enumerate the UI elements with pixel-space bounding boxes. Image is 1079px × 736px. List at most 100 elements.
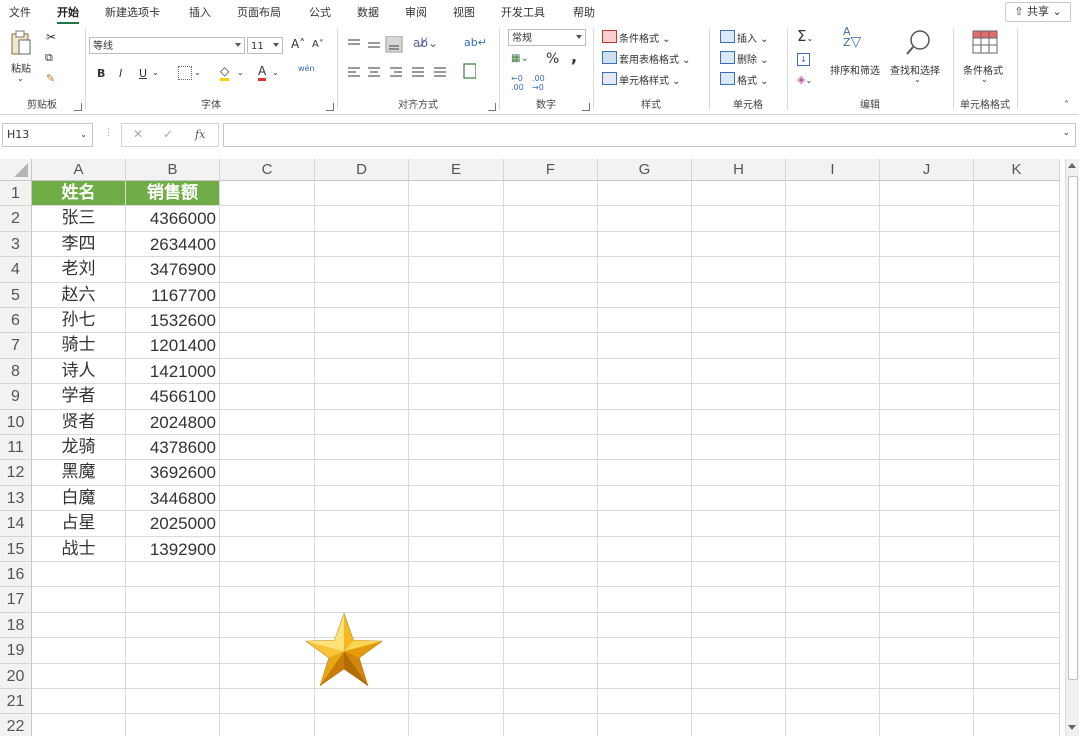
- cell-e6[interactable]: [409, 308, 504, 334]
- column-header-a[interactable]: A: [32, 159, 126, 181]
- cell-f19[interactable]: [504, 638, 598, 664]
- font-size-select[interactable]: 11: [247, 37, 283, 54]
- copy-icon[interactable]: ⧉: [45, 51, 53, 65]
- cell-f9[interactable]: [504, 384, 598, 410]
- collapse-ribbon-icon[interactable]: ˄: [1064, 100, 1069, 111]
- cell-h2[interactable]: [692, 206, 786, 232]
- row-header[interactable]: 10: [0, 409, 32, 435]
- cell-b1[interactable]: 销售额: [126, 181, 220, 207]
- font-family-select[interactable]: 等线: [89, 37, 245, 54]
- cell-c5[interactable]: [220, 282, 315, 308]
- font-shrink-button[interactable]: A˅: [312, 39, 324, 50]
- cell-d2[interactable]: [315, 206, 409, 232]
- cell-a8[interactable]: 诗人: [32, 358, 126, 385]
- sort-filter-button[interactable]: 排序和筛选: [830, 62, 880, 77]
- cell-j2[interactable]: [880, 206, 974, 232]
- cell-i11[interactable]: [786, 435, 880, 461]
- alignment-icons[interactable]: [346, 36, 476, 94]
- cell-e2[interactable]: [409, 206, 504, 232]
- column-header-b[interactable]: B: [126, 159, 220, 181]
- cell-g20[interactable]: [598, 663, 692, 689]
- cell-i20[interactable]: [786, 663, 880, 689]
- cell-f5[interactable]: [504, 282, 598, 308]
- tab-1[interactable]: 开始: [57, 4, 79, 25]
- row-header[interactable]: 12: [0, 460, 32, 486]
- cell-j8[interactable]: [880, 358, 974, 385]
- cell-g16[interactable]: [598, 562, 692, 588]
- cell-b21[interactable]: [126, 689, 220, 715]
- cell-g19[interactable]: [598, 638, 692, 664]
- row-header[interactable]: 15: [0, 536, 32, 562]
- row-header[interactable]: 7: [0, 333, 32, 359]
- tab-3[interactable]: 插入: [189, 4, 211, 20]
- column-header-g[interactable]: G: [598, 159, 692, 181]
- cell-a16[interactable]: [32, 562, 126, 588]
- cell-a13[interactable]: 白魔: [32, 485, 126, 512]
- italic-button[interactable]: I: [119, 67, 122, 80]
- autosum-icon[interactable]: Σ⌄: [797, 27, 813, 45]
- cell-h8[interactable]: [692, 358, 786, 385]
- column-header-e[interactable]: E: [409, 159, 504, 181]
- column-header-j[interactable]: J: [880, 159, 974, 181]
- cell-k7[interactable]: [974, 333, 1060, 359]
- cell-f22[interactable]: [504, 714, 598, 736]
- row-header[interactable]: 14: [0, 511, 32, 537]
- cell-a20[interactable]: [32, 663, 126, 689]
- cell-e11[interactable]: [409, 435, 504, 461]
- cell-j9[interactable]: [880, 384, 974, 410]
- cell-h7[interactable]: [692, 333, 786, 359]
- cell-f11[interactable]: [504, 435, 598, 461]
- row-header[interactable]: 18: [0, 612, 32, 639]
- cell-i3[interactable]: [786, 231, 880, 258]
- cell-k13[interactable]: [974, 485, 1060, 512]
- cell-f16[interactable]: [504, 562, 598, 588]
- cut-icon[interactable]: ✂: [46, 30, 56, 44]
- cell-g5[interactable]: [598, 282, 692, 308]
- cell-a14[interactable]: 占星: [32, 511, 126, 537]
- table-format-button[interactable]: 套用表格格式 ⌄: [619, 51, 691, 66]
- cell-f20[interactable]: [504, 663, 598, 689]
- cell-e15[interactable]: [409, 536, 504, 562]
- cell-j17[interactable]: [880, 587, 974, 613]
- cell-k2[interactable]: [974, 206, 1060, 232]
- cell-c3[interactable]: [220, 231, 315, 258]
- number-format-select[interactable]: 常规: [508, 29, 586, 46]
- cell-j3[interactable]: [880, 231, 974, 258]
- cell-h22[interactable]: [692, 714, 786, 736]
- cell-d21[interactable]: [315, 689, 409, 715]
- cell-h20[interactable]: [692, 663, 786, 689]
- cell-b17[interactable]: [126, 587, 220, 613]
- fill-color-icon[interactable]: ◇: [220, 64, 230, 81]
- conditional-format-button[interactable]: 条件格式 ⌄: [619, 30, 671, 45]
- cell-c11[interactable]: [220, 435, 315, 461]
- worksheet-grid[interactable]: A B C D E F G H I J K 1 姓名 销售额 2 张三 4366000 3 李四 2634400 4 老刘…: [0, 159, 1063, 736]
- row-header[interactable]: 20: [0, 663, 32, 689]
- row-header[interactable]: 11: [0, 435, 32, 461]
- cell-f10[interactable]: [504, 409, 598, 435]
- cell-c19[interactable]: [220, 638, 315, 664]
- cell-g1[interactable]: [598, 181, 692, 207]
- cell-a22[interactable]: [32, 714, 126, 736]
- cell-g21[interactable]: [598, 689, 692, 715]
- cell-j20[interactable]: [880, 663, 974, 689]
- cell-g18[interactable]: [598, 612, 692, 639]
- cell-b4[interactable]: 3476900: [126, 257, 220, 283]
- phonetic-icon[interactable]: wén: [298, 64, 315, 73]
- cell-j19[interactable]: [880, 638, 974, 664]
- cell-f15[interactable]: [504, 536, 598, 562]
- cell-h14[interactable]: [692, 511, 786, 537]
- cell-b14[interactable]: 2025000: [126, 511, 220, 537]
- cell-j6[interactable]: [880, 308, 974, 334]
- cell-c16[interactable]: [220, 562, 315, 588]
- cell-f17[interactable]: [504, 587, 598, 613]
- cell-k11[interactable]: [974, 435, 1060, 461]
- row-header[interactable]: 6: [0, 308, 32, 334]
- cell-g12[interactable]: [598, 460, 692, 486]
- cell-c21[interactable]: [220, 689, 315, 715]
- cell-d14[interactable]: [315, 511, 409, 537]
- cell-d8[interactable]: [315, 358, 409, 385]
- cell-d22[interactable]: [315, 714, 409, 736]
- cell-i16[interactable]: [786, 562, 880, 588]
- cell-j12[interactable]: [880, 460, 974, 486]
- enter-icon[interactable]: ✓: [163, 127, 173, 141]
